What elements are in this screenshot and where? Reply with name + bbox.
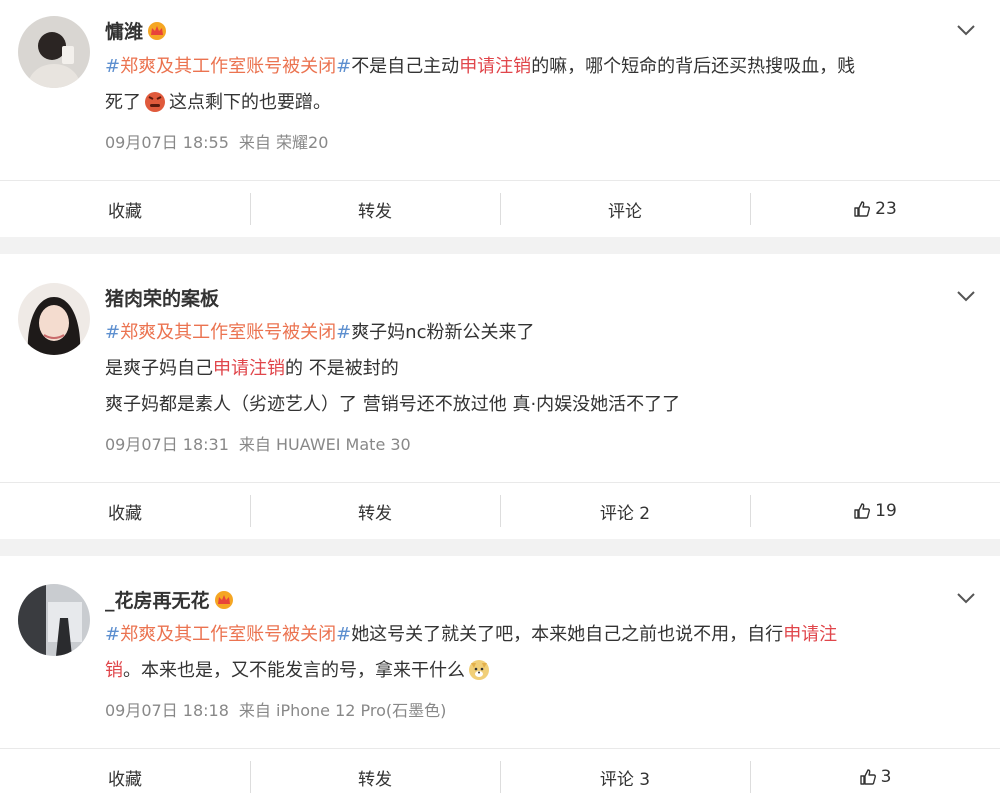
like-button[interactable]: 3 (750, 749, 1000, 805)
hashtag-link[interactable]: #郑爽及其工作室账号被关闭# (105, 624, 351, 645)
user-name[interactable]: 猪肉荣的案板 (105, 284, 219, 311)
comment-feed: 慵潍 #郑爽及其工作室账号被关闭#不是自己主动申请注销的嘛，哪个短命的背后还买热… (0, 0, 1000, 805)
like-button[interactable]: 19 (750, 483, 1000, 539)
chevron-down-icon[interactable] (956, 290, 976, 302)
comment-button[interactable]: 评论 3 (500, 749, 750, 805)
keyword-link[interactable]: 申请注销 (213, 358, 285, 379)
chevron-down-icon[interactable] (956, 592, 976, 604)
post-meta: 09月07日 18:31 来自 HUAWEI Mate 30 (105, 431, 411, 455)
source: 来自 荣耀20 (238, 133, 329, 152)
timestamp[interactable]: 09月07日 18:55 (105, 133, 229, 152)
doge-icon (469, 660, 489, 680)
action-bar: 收藏 转发 评论 2 19 (0, 482, 1000, 539)
favorite-button[interactable]: 收藏 (0, 483, 250, 539)
post-card: 猪肉荣的案板 #郑爽及其工作室账号被关闭#爽子妈nc粉新公关来了 是爽子妈自己申… (0, 254, 1000, 539)
source: 来自 HUAWEI Mate 30 (238, 435, 411, 454)
hashtag-link[interactable]: #郑爽及其工作室账号被关闭# (105, 322, 351, 343)
post-card: 慵潍 #郑爽及其工作室账号被关闭#不是自己主动申请注销的嘛，哪个短命的背后还买热… (0, 0, 1000, 237)
crown-icon (214, 591, 233, 609)
repost-button[interactable]: 转发 (250, 483, 500, 539)
post-meta: 09月07日 18:55 来自 荣耀20 (105, 129, 328, 153)
post-text: #郑爽及其工作室账号被关闭#她这号关了就关了吧，本来她自己之前也说不用，自行申请… (105, 624, 838, 681)
crown-icon (148, 22, 167, 40)
angry-face-icon (145, 92, 165, 112)
timestamp[interactable]: 09月07日 18:31 (105, 435, 229, 454)
keyword-link[interactable]: 申请注 (783, 624, 837, 645)
action-bar: 收藏 转发 评论 3 3 (0, 748, 1000, 805)
avatar[interactable] (18, 283, 90, 355)
repost-button[interactable]: 转发 (250, 749, 500, 805)
user-name[interactable]: _花房再无花 (105, 586, 235, 613)
chevron-down-icon[interactable] (956, 24, 976, 36)
thumbs-up-icon (854, 201, 871, 217)
post-meta: 09月07日 18:18 来自 iPhone 12 Pro(石墨色) (105, 697, 446, 721)
avatar[interactable] (18, 584, 90, 656)
hashtag-link[interactable]: #郑爽及其工作室账号被关闭# (105, 56, 351, 77)
thumbs-up-icon (859, 769, 876, 785)
post-card: _花房再无花 #郑爽及其工作室账号被关闭#她这号关了就关了吧，本来她自己之前也说… (0, 556, 1000, 805)
post-text: #郑爽及其工作室账号被关闭#不是自己主动申请注销的嘛，哪个短命的背后还买热搜吸血… (105, 56, 856, 113)
repost-button[interactable]: 转发 (250, 181, 500, 237)
comment-button[interactable]: 评论 2 (500, 483, 750, 539)
timestamp[interactable]: 09月07日 18:18 (105, 701, 229, 720)
source: 来自 iPhone 12 Pro(石墨色) (238, 701, 447, 720)
avatar[interactable] (18, 16, 90, 88)
action-bar: 收藏 转发 评论 23 (0, 180, 1000, 237)
like-button[interactable]: 23 (750, 181, 1000, 237)
keyword-link[interactable]: 销 (105, 660, 123, 681)
comment-button[interactable]: 评论 (500, 181, 750, 237)
favorite-button[interactable]: 收藏 (0, 181, 250, 237)
post-text: #郑爽及其工作室账号被关闭#爽子妈nc粉新公关来了 是爽子妈自己申请注销的 不是… (105, 322, 681, 415)
keyword-link[interactable]: 申请注销 (459, 56, 531, 77)
thumbs-up-icon (854, 503, 871, 519)
user-name[interactable]: 慵潍 (105, 17, 168, 44)
favorite-button[interactable]: 收藏 (0, 749, 250, 805)
